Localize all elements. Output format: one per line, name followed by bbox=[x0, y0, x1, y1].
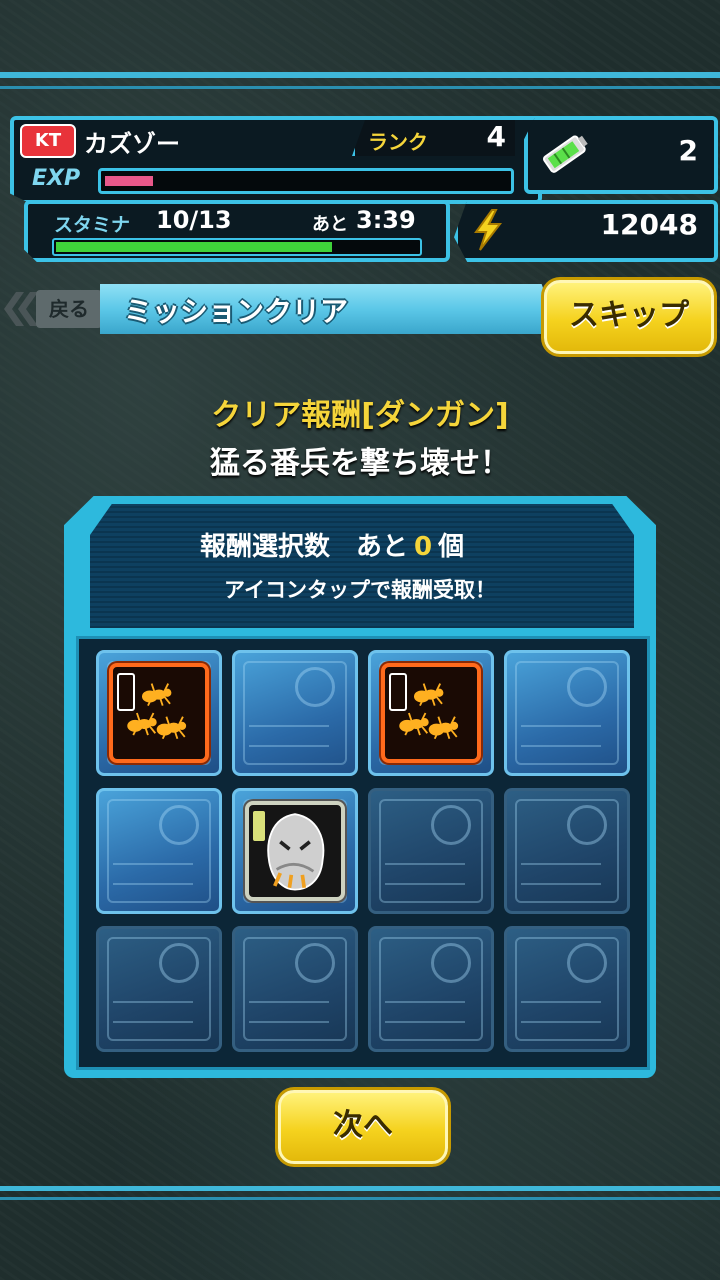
card-tag bbox=[253, 811, 265, 841]
next-button[interactable]: 次へ bbox=[278, 1090, 448, 1164]
slot-circuit-pattern bbox=[243, 661, 347, 765]
stamina-bar bbox=[52, 238, 422, 256]
character-reward-card[interactable] bbox=[245, 801, 345, 901]
rank-value: 4 bbox=[486, 120, 506, 153]
ant-reward-card[interactable] bbox=[381, 663, 481, 763]
exp-label: EXP bbox=[32, 166, 81, 191]
bottom-stripe-thin bbox=[0, 1197, 720, 1200]
stamina-label: スタミナ bbox=[54, 214, 131, 236]
slot-circuit-pattern bbox=[243, 937, 347, 1041]
card-tag bbox=[117, 673, 135, 711]
player-name: カズゾー bbox=[84, 130, 180, 158]
reward-heading: クリア報酬[ダンガン] bbox=[211, 398, 509, 433]
slot-circuit-pattern bbox=[515, 661, 619, 765]
reward-slot-locked bbox=[232, 926, 358, 1052]
reward-slot-empty[interactable] bbox=[504, 650, 630, 776]
lightning-bolt-icon bbox=[474, 209, 503, 251]
top-stripe-thin bbox=[0, 86, 720, 89]
slot-circuit-pattern bbox=[515, 937, 619, 1041]
reward-slot-empty[interactable] bbox=[96, 788, 222, 914]
stamina-recovery-time: 3:39 bbox=[356, 206, 416, 234]
exp-bar-fill bbox=[105, 176, 153, 186]
top-stripe bbox=[0, 72, 720, 78]
stamina-time-label: あと bbox=[312, 214, 348, 235]
exp-bar bbox=[98, 168, 514, 194]
reward-info-box bbox=[90, 504, 634, 628]
coin-value: 12048 bbox=[600, 208, 698, 241]
slot-circuit-pattern bbox=[107, 799, 211, 903]
reward-slot-ant-reward[interactable] bbox=[368, 650, 494, 776]
selection-count-label: 報酬選択数 あと bbox=[200, 532, 409, 562]
battery-item-icon bbox=[542, 135, 588, 173]
back-button[interactable]: 戻る bbox=[36, 290, 102, 328]
selection-count-line: 報酬選択数 あと 0 個 bbox=[200, 526, 464, 563]
item-count: 2 bbox=[678, 134, 698, 167]
ant-reward-card[interactable] bbox=[109, 663, 209, 763]
player-badge: KT bbox=[20, 124, 76, 158]
reward-slot-locked bbox=[96, 926, 222, 1052]
stamina-value: 10/13 bbox=[156, 206, 232, 234]
reward-slot-locked bbox=[368, 926, 494, 1052]
selection-count-value: 0 bbox=[414, 532, 433, 562]
slot-circuit-pattern bbox=[107, 937, 211, 1041]
card-tag bbox=[389, 673, 407, 711]
reward-slot-locked bbox=[504, 788, 630, 914]
skip-button[interactable]: スキップ bbox=[544, 280, 714, 354]
reward-slot-empty[interactable] bbox=[232, 650, 358, 776]
stamina-bar-fill bbox=[56, 242, 332, 252]
bottom-stripe bbox=[0, 1186, 720, 1191]
reward-slot-character-reward[interactable] bbox=[232, 788, 358, 914]
mission-name: 猛る番兵を撃ち壊せ！ bbox=[210, 446, 510, 481]
reward-slot-locked bbox=[504, 926, 630, 1052]
reward-slot-ant-reward[interactable] bbox=[96, 650, 222, 776]
selection-count-unit: 個 bbox=[438, 532, 465, 562]
reward-instruction: アイコンタップで報酬受取！ bbox=[224, 578, 496, 602]
rank-label: ランク bbox=[368, 130, 428, 154]
page-title: ミッションクリア bbox=[124, 295, 349, 328]
slot-circuit-pattern bbox=[379, 937, 483, 1041]
slot-circuit-pattern bbox=[515, 799, 619, 903]
slot-circuit-pattern bbox=[379, 799, 483, 903]
reward-slot-locked bbox=[368, 788, 494, 914]
